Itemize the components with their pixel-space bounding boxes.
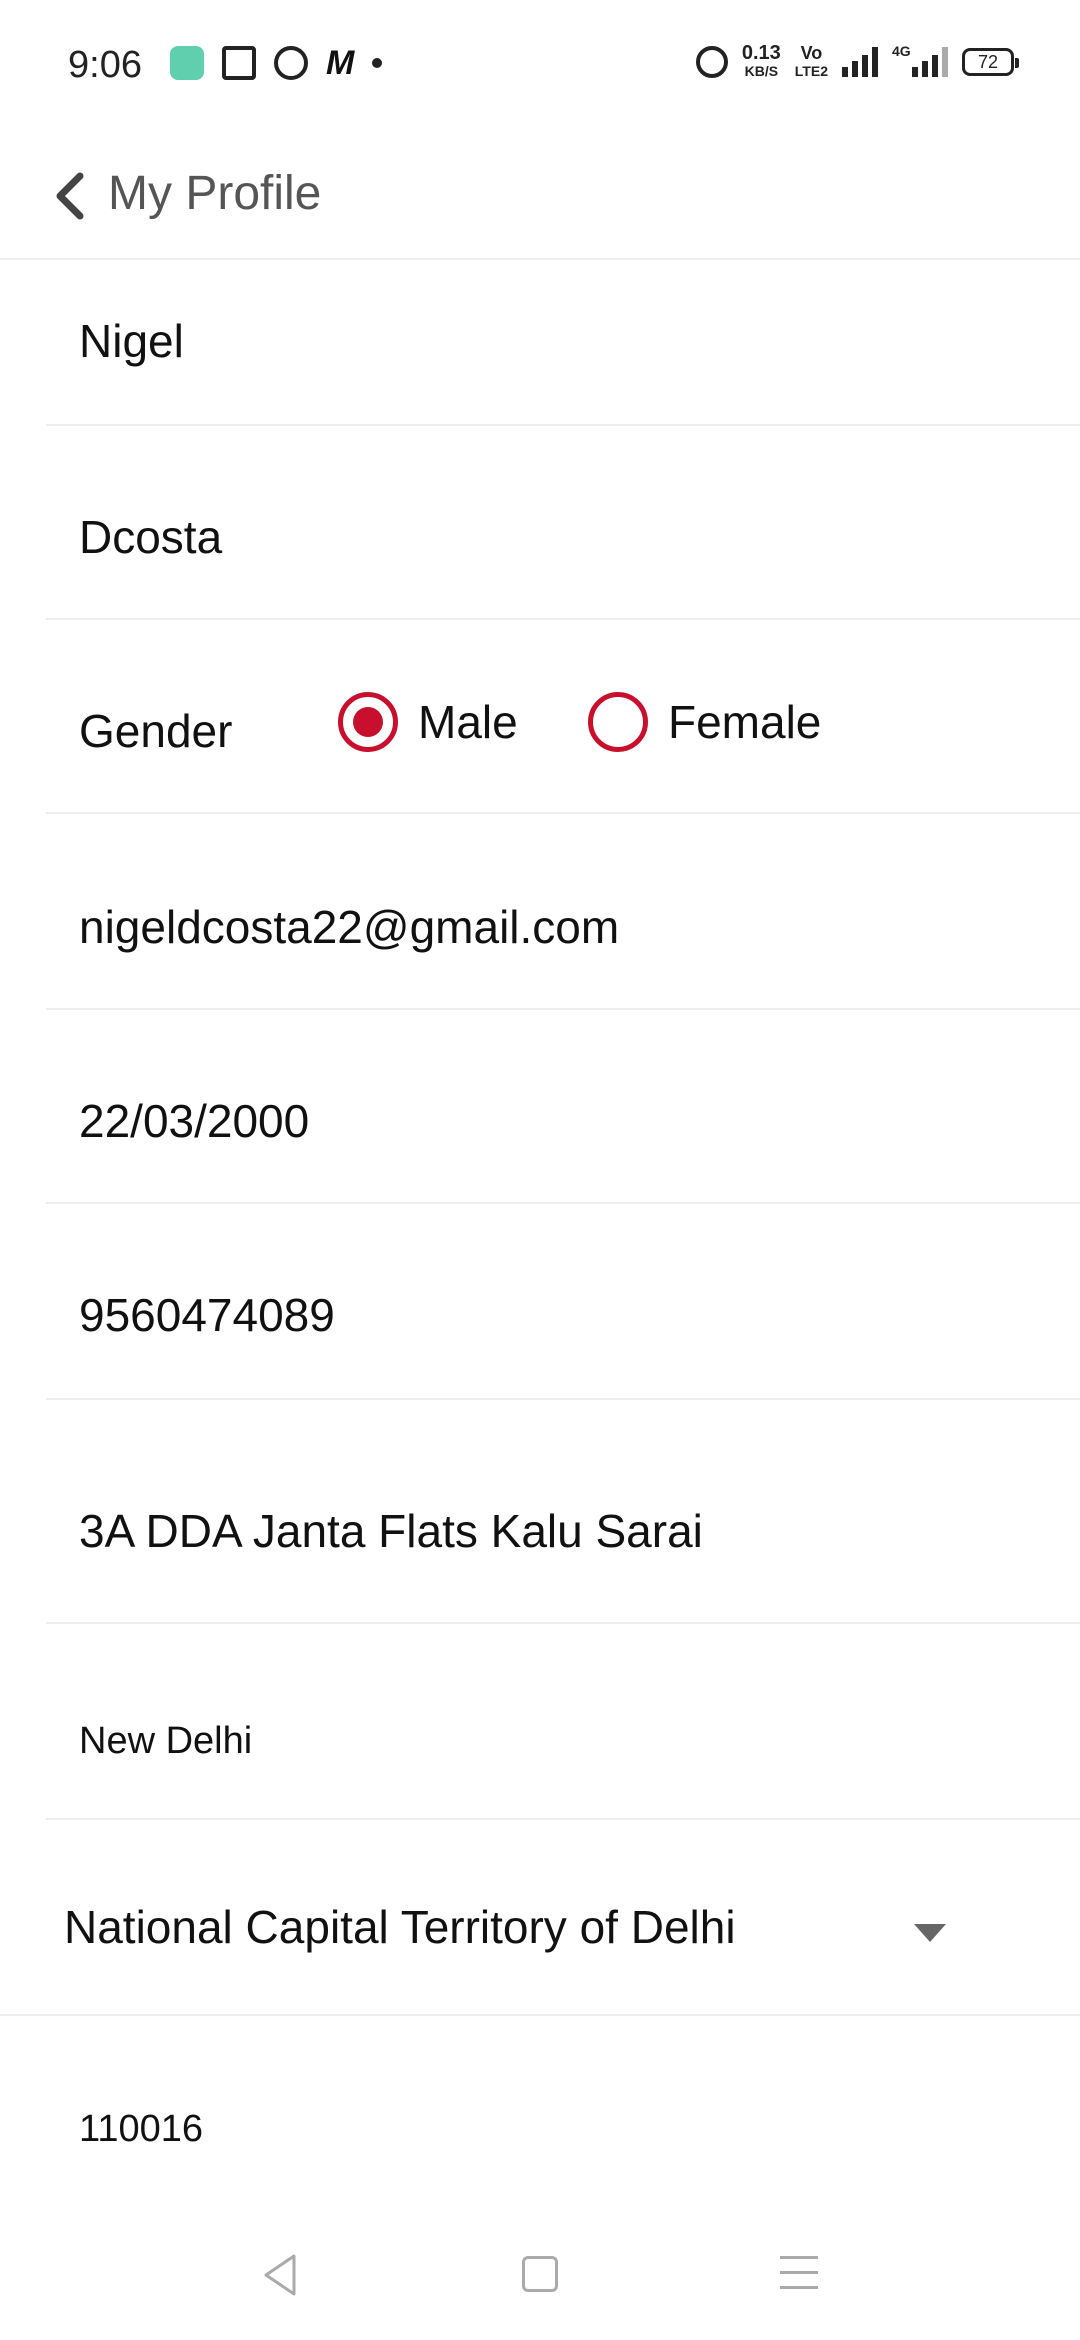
gender-male-radio[interactable]: Male xyxy=(338,692,518,752)
nav-recents-icon[interactable] xyxy=(780,2256,818,2294)
signal-strength-4g-icon: 4G xyxy=(892,43,948,77)
app-bar: My Profile xyxy=(0,132,1080,260)
system-status-icons: 0.13 KB/S Vo LTE2 4G 72 xyxy=(695,42,1019,80)
messages-app-icon xyxy=(170,46,204,80)
network-speed: 0.13 KB/S xyxy=(741,42,781,80)
email-field[interactable]: nigeldcosta22@gmail.com xyxy=(46,814,1080,1010)
battery-level: 72 xyxy=(977,52,999,72)
address-field[interactable]: 3A DDA Janta Flats Kalu Sarai xyxy=(46,1400,1080,1624)
gender-male-label: Male xyxy=(418,696,518,748)
volte-indicator: Vo LTE2 xyxy=(795,44,828,80)
m-app-icon: M xyxy=(326,44,355,82)
volte-bottom-text: LTE2 xyxy=(794,63,828,79)
volte-top-text: Vo xyxy=(800,43,823,63)
status-bar: 9:06 M 0.13 KB/S Vo LTE2 4G 72 xyxy=(0,0,1080,132)
gender-female-label: Female xyxy=(668,696,822,748)
system-nav-bar xyxy=(0,2222,1080,2340)
email-value: nigeldcosta22@gmail.com xyxy=(79,901,620,953)
dob-value: 22/03/2000 xyxy=(79,1095,310,1147)
gender-label: Gender xyxy=(79,705,233,757)
page-title: My Profile xyxy=(108,167,322,220)
first-name-field[interactable]: Nigel xyxy=(46,262,1080,426)
city-field[interactable]: New Delhi xyxy=(46,1624,1080,1820)
dropdown-arrow-icon xyxy=(914,1924,946,1942)
dob-field[interactable]: 22/03/2000 xyxy=(46,1010,1080,1204)
state-value: National Capital Territory of Delhi xyxy=(64,1901,736,1953)
gender-row: Gender Male Female xyxy=(46,620,1080,814)
signal-strength-icon xyxy=(842,47,878,77)
phone-value: 9560474089 xyxy=(79,1289,335,1341)
battery-icon: 72 xyxy=(962,48,1019,76)
status-time: 9:06 xyxy=(68,44,142,86)
nav-back-icon[interactable] xyxy=(258,2250,302,2300)
state-dropdown[interactable]: National Capital Territory of Delhi xyxy=(0,1820,1080,2016)
network-speed-unit: KB/S xyxy=(744,63,779,79)
more-notifications-dot-icon xyxy=(372,58,383,68)
alarm-icon xyxy=(695,46,728,78)
radio-checked-icon xyxy=(338,692,398,752)
last-name-field[interactable]: Dcosta xyxy=(46,426,1080,620)
last-name-value: Dcosta xyxy=(79,511,223,563)
pincode-field[interactable]: 110016 xyxy=(46,2016,1080,2186)
nav-home-icon[interactable] xyxy=(522,2256,558,2292)
back-arrow-icon[interactable] xyxy=(50,156,94,236)
city-value: New Delhi xyxy=(79,1720,253,1762)
first-name-value: Nigel xyxy=(79,315,184,367)
address-value: 3A DDA Janta Flats Kalu Sarai xyxy=(79,1505,703,1557)
radio-unchecked-icon xyxy=(588,692,648,752)
notification-icons: M xyxy=(170,44,383,82)
mail-app-icon xyxy=(222,46,256,80)
music-app-icon xyxy=(274,46,308,80)
network-speed-value: 0.13 xyxy=(741,42,781,64)
pincode-value: 110016 xyxy=(79,2108,203,2150)
network-type: 4G xyxy=(892,43,911,59)
gender-female-radio[interactable]: Female xyxy=(588,692,821,752)
phone-field[interactable]: 9560474089 xyxy=(46,1204,1080,1400)
